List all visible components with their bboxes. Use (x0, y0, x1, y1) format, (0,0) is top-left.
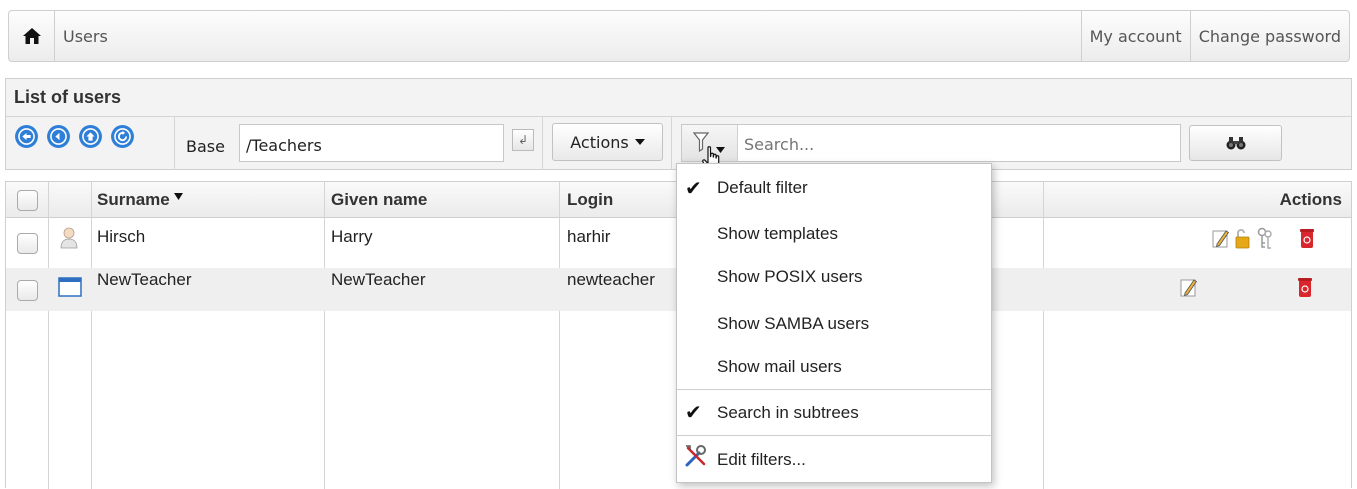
sort-down-icon (174, 193, 184, 200)
home-icon (22, 28, 41, 44)
actions-column-header: Actions (1279, 190, 1342, 209)
navigation-icons (14, 124, 135, 149)
filter-menu-button[interactable] (682, 125, 738, 172)
select-all-checkbox[interactable] (17, 190, 38, 211)
surname-header-label: Surname (97, 190, 170, 209)
base-submit-button[interactable]: ↲ (512, 129, 534, 151)
list-panel: List of users Base /Teachers ↲ Actions S… (5, 78, 1352, 172)
menu-item-show-mail-users[interactable]: Show mail users (717, 357, 842, 377)
binoculars-icon (1226, 137, 1245, 150)
filter-dropdown-menu: ✔ Default filter Show templates Show POS… (676, 163, 992, 483)
given-name-column-header[interactable]: Given name (331, 190, 427, 210)
check-icon: ✔ (685, 402, 702, 424)
edit-icon[interactable] (1180, 276, 1198, 298)
base-field[interactable]: /Teachers (239, 124, 504, 162)
given-name-cell: NewTeacher (331, 270, 426, 289)
menu-item-show-templates[interactable]: Show templates (717, 224, 838, 244)
refresh-icon[interactable] (110, 124, 135, 149)
menu-item-default-filter[interactable]: Default filter (717, 178, 808, 198)
actions-button-label: Actions (570, 132, 629, 152)
delete-icon[interactable] (1298, 227, 1316, 249)
surname-cell: Hirsch (97, 227, 146, 246)
toolbar-separator (542, 116, 543, 170)
edit-icon[interactable] (1212, 227, 1230, 249)
my-account-link[interactable]: My account (1080, 11, 1190, 61)
panel-title: List of users (14, 87, 122, 107)
search-box (681, 124, 1181, 172)
user-icon (60, 227, 78, 249)
actions-button[interactable]: Actions (552, 123, 663, 161)
tools-icon (685, 445, 706, 467)
menu-item-show-samba-users[interactable]: Show SAMBA users (717, 314, 869, 334)
change-password-link[interactable]: Change password (1189, 11, 1349, 61)
unlock-icon[interactable] (1234, 227, 1252, 249)
base-label: Base (186, 137, 225, 156)
row-checkbox[interactable] (17, 233, 38, 254)
login-cell: harhir (567, 227, 611, 246)
login-cell: newteacher (567, 270, 655, 289)
back-icon[interactable] (14, 124, 39, 149)
home-button[interactable] (9, 11, 55, 61)
top-navigation-bar: Users My account Change password (8, 10, 1350, 62)
template-icon (58, 277, 82, 297)
login-column-header[interactable]: Login (567, 190, 613, 210)
delete-icon[interactable] (1296, 276, 1314, 298)
surname-cell: NewTeacher (97, 270, 192, 289)
given-name-cell: Harry (331, 227, 373, 246)
toolbar-separator (671, 116, 672, 170)
menu-item-search-in-subtrees[interactable]: Search in subtrees (717, 403, 859, 423)
menu-item-show-posix-users[interactable]: Show POSIX users (717, 267, 863, 287)
check-icon: ✔ (685, 178, 702, 200)
keys-icon[interactable] (1256, 227, 1274, 249)
caret-down-icon (634, 139, 645, 145)
menu-separator (677, 435, 991, 436)
search-input[interactable] (744, 135, 1164, 154)
menu-separator (677, 389, 991, 390)
forward-icon[interactable] (46, 124, 71, 149)
panel-divider (6, 116, 1351, 117)
breadcrumb-users[interactable]: Users (55, 11, 1081, 61)
surname-column-header[interactable]: Surname (97, 190, 184, 210)
row-checkbox[interactable] (17, 280, 38, 301)
toolbar-separator (174, 116, 175, 170)
menu-item-edit-filters[interactable]: Edit filters... (717, 450, 806, 470)
up-icon[interactable] (78, 124, 103, 149)
search-button[interactable] (1189, 125, 1282, 161)
